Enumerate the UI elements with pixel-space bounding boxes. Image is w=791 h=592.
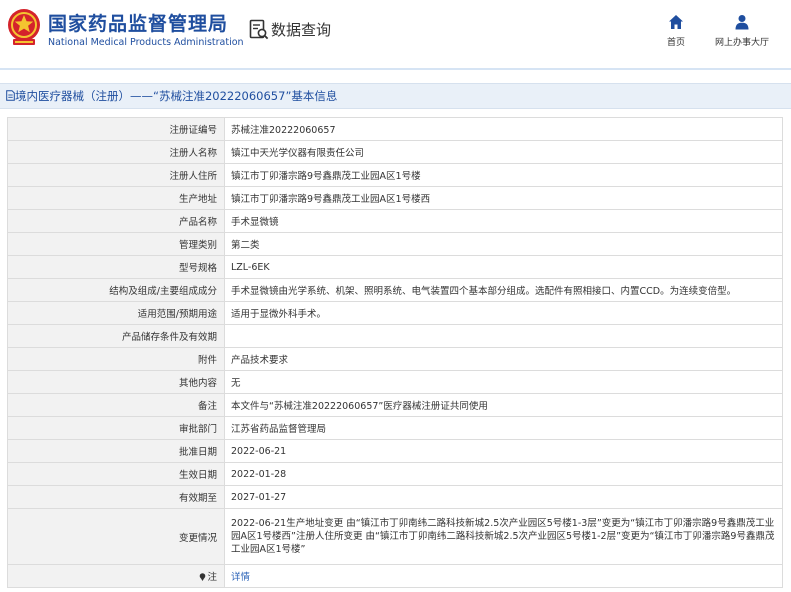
row-value: 苏械注准20222060657: [224, 117, 783, 141]
row-label: 备注: [7, 393, 225, 417]
row-label: 注册人名称: [7, 140, 225, 164]
table-row: 注 详情: [7, 564, 783, 588]
row-value: 无: [224, 370, 783, 394]
change-history-text: 2022-06-21生产地址变更 由“镇江市丁卯南纬二路科技新城2.5次产业园区…: [231, 518, 775, 555]
document-icon: [6, 90, 15, 101]
table-row: 产品名称 手术显微镜: [7, 209, 783, 233]
row-value: 产品技术要求: [224, 347, 783, 371]
nav-home-label: 首页: [666, 38, 685, 48]
nav-online-hall-label: 网上办事大厅: [714, 38, 769, 48]
section-title-bar: 境内医疗器械（注册）——“苏械注准20222060657”基本信息: [0, 83, 791, 109]
row-label: 管理类别: [7, 232, 225, 256]
row-label: 型号规格: [7, 255, 225, 279]
details-link[interactable]: 详情: [231, 572, 250, 583]
table-row: 备注 本文件与“苏械注准20222060657”医疗器械注册证共同使用: [7, 393, 783, 417]
table-row: 产品储存条件及有效期: [7, 324, 783, 348]
table-row: 生效日期 2022-01-28: [7, 462, 783, 486]
site-header: 国家药品监督管理局 National Medical Products Admi…: [0, 0, 791, 68]
table-row: 有效期至 2027-01-27: [7, 485, 783, 509]
brand-title-cn[interactable]: 国家药品监督管理局: [48, 9, 228, 36]
row-value: 江苏省药品监督管理局: [224, 416, 783, 440]
row-value: 手术显微镜: [224, 209, 783, 233]
table-row: 注册人名称 镇江中天光学仪器有限责任公司: [7, 140, 783, 164]
table-row: 变更情况 2022-06-21生产地址变更 由“镇江市丁卯南纬二路科技新城2.5…: [7, 508, 783, 565]
row-label: 注册证编号: [7, 117, 225, 141]
header-divider: [0, 68, 791, 70]
table-row: 批准日期 2022-06-21: [7, 439, 783, 463]
row-value: 第二类: [224, 232, 783, 256]
user-icon: [735, 15, 749, 30]
row-value: 适用于显微外科手术。: [224, 301, 783, 325]
row-value-details: 详情: [224, 564, 783, 588]
row-value: 镇江市丁卯潘宗路9号鑫鼎茂工业园A区1号楼西: [224, 186, 783, 210]
home-icon: [669, 15, 683, 29]
table-row: 结构及组成/主要组成成分 手术显微镜由光学系统、机架、照明系统、电气装置四个基本…: [7, 278, 783, 302]
table-row: 附件 产品技术要求: [7, 347, 783, 371]
row-value: 2022-01-28: [224, 462, 783, 486]
row-value: LZL-6EK: [224, 255, 783, 279]
row-label: 审批部门: [7, 416, 225, 440]
brand-title-en[interactable]: National Medical Products Administration: [48, 37, 244, 48]
device-info-table: 注册证编号 苏械注准20222060657 注册人名称 镇江中天光学仪器有限责任…: [7, 117, 783, 588]
row-label: 有效期至: [7, 485, 225, 509]
table-row: 注册证编号 苏械注准20222060657: [7, 117, 783, 141]
nav-online-hall-link[interactable]: 网上办事大厅: [710, 14, 774, 50]
table-row: 适用范围/预期用途 适用于显微外科手术。: [7, 301, 783, 325]
row-value: 镇江市丁卯潘宗路9号鑫鼎茂工业园A区1号楼: [224, 163, 783, 187]
note-label: 注: [207, 572, 217, 583]
row-value: 手术显微镜由光学系统、机架、照明系统、电气装置四个基本部分组成。选配件有照相接口…: [224, 278, 783, 302]
row-label-note: 注: [7, 564, 225, 588]
table-row: 型号规格 LZL-6EK: [7, 255, 783, 279]
row-value: 镇江中天光学仪器有限责任公司: [224, 140, 783, 164]
table-row: 生产地址 镇江市丁卯潘宗路9号鑫鼎茂工业园A区1号楼西: [7, 186, 783, 210]
nav-home-link[interactable]: 首页: [658, 14, 694, 50]
data-query-title: 数据查询: [271, 21, 332, 39]
row-value: 2027-01-27: [224, 485, 783, 509]
row-value-change-history: 2022-06-21生产地址变更 由“镇江市丁卯南纬二路科技新城2.5次产业园区…: [224, 508, 783, 565]
national-emblem-logo[interactable]: [7, 8, 41, 46]
row-label: 变更情况: [7, 508, 225, 565]
row-label: 适用范围/预期用途: [7, 301, 225, 325]
table-row: 其他内容 无: [7, 370, 783, 394]
row-label: 结构及组成/主要组成成分: [7, 278, 225, 302]
row-label: 其他内容: [7, 370, 225, 394]
pin-icon: [200, 573, 206, 581]
table-row: 审批部门 江苏省药品监督管理局: [7, 416, 783, 440]
row-label: 产品名称: [7, 209, 225, 233]
row-value: [224, 324, 783, 348]
row-label: 生效日期: [7, 462, 225, 486]
row-value: 本文件与“苏械注准20222060657”医疗器械注册证共同使用: [224, 393, 783, 417]
row-label: 附件: [7, 347, 225, 371]
row-label: 产品储存条件及有效期: [7, 324, 225, 348]
table-row: 管理类别 第二类: [7, 232, 783, 256]
table-row: 注册人住所 镇江市丁卯潘宗路9号鑫鼎茂工业园A区1号楼: [7, 163, 783, 187]
row-label: 注册人住所: [7, 163, 225, 187]
row-label: 批准日期: [7, 439, 225, 463]
row-label: 生产地址: [7, 186, 225, 210]
row-value: 2022-06-21: [224, 439, 783, 463]
data-query-icon: [249, 19, 269, 40]
section-title: 境内医疗器械（注册）——“苏械注准20222060657”基本信息: [15, 89, 338, 103]
